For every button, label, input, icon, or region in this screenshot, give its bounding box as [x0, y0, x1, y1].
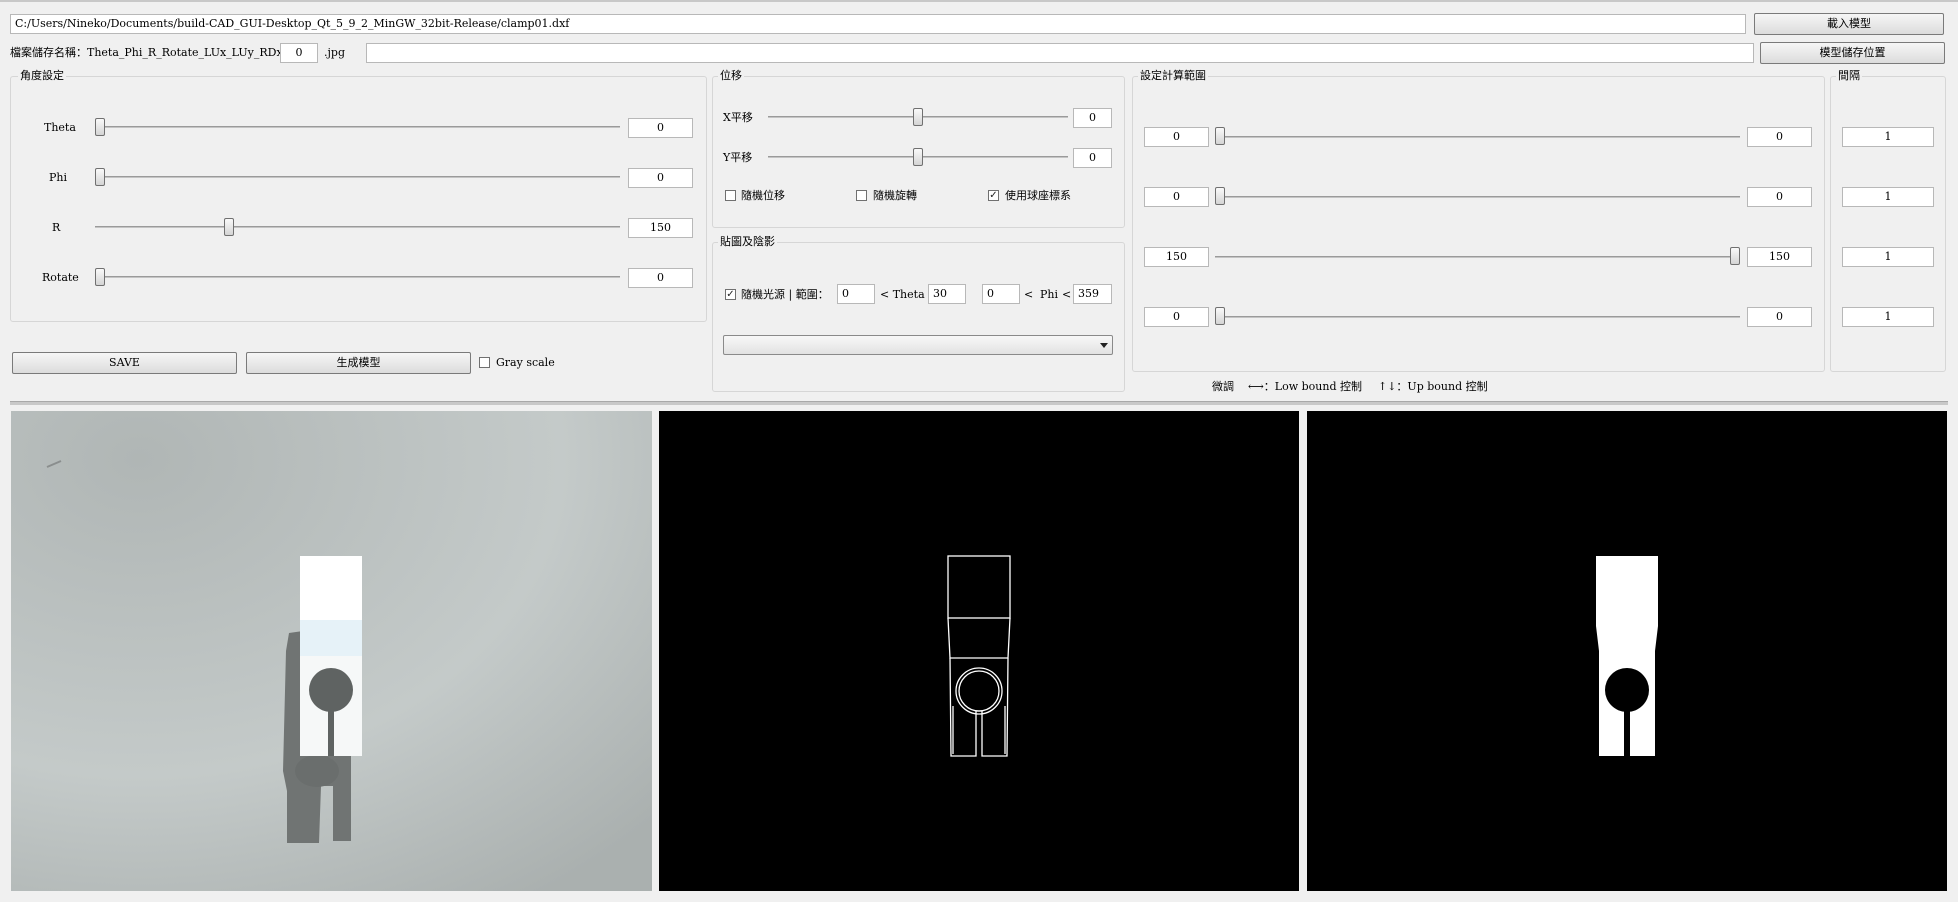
random-rotate-checkbox[interactable] [856, 190, 867, 201]
load-model-button[interactable]: 載入模型 [1754, 13, 1944, 35]
light-theta-max-field[interactable]: 30 [928, 284, 966, 304]
theta-value-field[interactable]: 0 [628, 118, 693, 138]
range-slider-3[interactable] [1215, 256, 1740, 258]
light-theta-min-field[interactable]: 0 [837, 284, 875, 304]
random-light-label: 隨機光源 | 範圍： [741, 288, 829, 301]
range-slider-2[interactable] [1215, 196, 1740, 198]
interval-field-1[interactable]: 1 [1842, 127, 1934, 147]
phi-range-sep-2: < [1062, 288, 1072, 301]
light-phi-min-field[interactable]: 0 [982, 284, 1020, 304]
texture-group [712, 242, 1125, 392]
phi-value-field[interactable]: 0 [628, 168, 693, 188]
range-slider-4-handle[interactable] [1215, 307, 1225, 325]
r-value-field[interactable]: 150 [628, 218, 693, 238]
r-slider[interactable] [95, 226, 620, 228]
filename-ext-label: .jpg [324, 46, 345, 59]
edge-view [659, 411, 1299, 891]
grayscale-label: Gray scale [496, 356, 555, 369]
range-slider-1[interactable] [1215, 136, 1740, 138]
interval-group [1830, 76, 1946, 372]
y-translate-slider-handle[interactable] [913, 148, 923, 166]
interval-field-4[interactable]: 1 [1842, 307, 1934, 327]
range-high-field-4[interactable]: 0 [1747, 307, 1812, 327]
edge-view-image [947, 555, 1011, 757]
range-low-field-3[interactable]: 150 [1144, 247, 1209, 267]
angle-group-title: 角度設定 [18, 69, 66, 83]
phi-slider-handle[interactable] [95, 168, 105, 186]
spherical-label: 使用球座標系 [1005, 189, 1071, 202]
grayscale-checkbox[interactable] [479, 357, 490, 368]
y-translate-label: Y平移 [723, 151, 753, 164]
texture-group-title: 貼圖及陰影 [718, 235, 777, 249]
hint-low-bound: ⟷：Low bound 控制 [1248, 380, 1362, 393]
generate-model-button[interactable]: 生成模型 [246, 352, 471, 374]
rotate-slider[interactable] [95, 276, 620, 278]
save-path-field[interactable] [366, 43, 1754, 63]
angle-group [10, 76, 707, 322]
interval-field-2[interactable]: 1 [1842, 187, 1934, 207]
model-path-field[interactable]: C:/Users/Nineko/Documents/build-CAD_GUI-… [10, 14, 1746, 34]
range-low-field-4[interactable]: 0 [1144, 307, 1209, 327]
hint-fine-tune: 微調 [1212, 380, 1234, 393]
range-slider-3-handle[interactable] [1730, 247, 1740, 265]
x-translate-value-field[interactable]: 0 [1073, 108, 1112, 128]
rotate-value-field[interactable]: 0 [628, 268, 693, 288]
range-low-field-2[interactable]: 0 [1144, 187, 1209, 207]
theta-label: Theta [44, 121, 76, 134]
save-location-button[interactable]: 模型儲存位置 [1760, 42, 1945, 64]
r-slider-handle[interactable] [224, 218, 234, 236]
phi-range-label: Phi [1040, 288, 1059, 301]
range-low-field-1[interactable]: 0 [1144, 127, 1209, 147]
chevron-down-icon [1100, 343, 1108, 348]
random-translate-checkbox[interactable] [725, 190, 736, 201]
mask-view [1307, 411, 1947, 891]
range-group [1132, 76, 1825, 372]
theta-slider[interactable] [95, 126, 620, 128]
filename-label: 檔案儲存名稱：Theta_Phi_R_Rotate_LUx_LUy_RDx_RD… [10, 46, 317, 59]
phi-range-sep-1: < [1024, 288, 1034, 301]
spherical-checkbox[interactable]: ✓ [988, 190, 999, 201]
theta-slider-handle[interactable] [95, 118, 105, 136]
save-button[interactable]: SAVE [12, 352, 237, 374]
random-light-checkbox[interactable]: ✓ [725, 289, 736, 300]
r-label: R [52, 221, 61, 234]
range-slider-1-handle[interactable] [1215, 127, 1225, 145]
phi-slider[interactable] [95, 176, 620, 178]
light-phi-max-field[interactable]: 359 [1073, 284, 1112, 304]
range-slider-2-handle[interactable] [1215, 187, 1225, 205]
texture-combo[interactable] [723, 335, 1113, 355]
rotate-label: Rotate [42, 271, 79, 284]
range-high-field-2[interactable]: 0 [1747, 187, 1812, 207]
rendered-view [11, 411, 652, 891]
x-translate-label: X平移 [723, 111, 753, 124]
range-group-title: 設定計算範圍 [1138, 69, 1208, 83]
filename-index-field[interactable]: 0 [280, 43, 318, 63]
interval-group-title: 間隔 [1836, 69, 1862, 83]
range-slider-4[interactable] [1215, 316, 1740, 318]
mask-view-image [1596, 556, 1658, 756]
hint-up-bound: ↑↓：Up bound 控制 [1378, 380, 1488, 393]
range-high-field-3[interactable]: 150 [1747, 247, 1812, 267]
phi-label: Phi [49, 171, 68, 184]
random-rotate-label: 隨機旋轉 [873, 189, 917, 202]
interval-field-3[interactable]: 1 [1842, 247, 1934, 267]
rotate-slider-handle[interactable] [95, 268, 105, 286]
y-translate-value-field[interactable]: 0 [1073, 148, 1112, 168]
x-translate-slider-handle[interactable] [913, 108, 923, 126]
random-translate-label: 隨機位移 [741, 189, 785, 202]
range-high-field-1[interactable]: 0 [1747, 127, 1812, 147]
rendered-view-image [11, 411, 652, 891]
translate-group-title: 位移 [718, 69, 744, 83]
splitter[interactable] [10, 401, 1948, 405]
top-border [0, 0, 1958, 2]
